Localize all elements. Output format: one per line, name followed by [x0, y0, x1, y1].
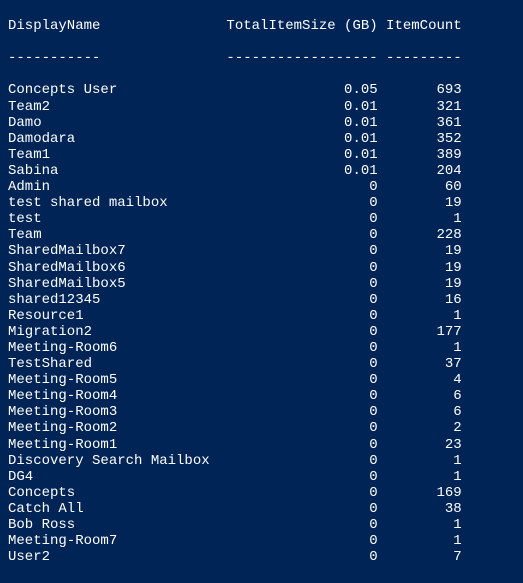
- table-row: Meeting-Room5 0 4: [8, 372, 515, 388]
- table-row: Bob Ross 0 1: [8, 517, 515, 533]
- table-row: test shared mailbox 0 19: [8, 195, 515, 211]
- table-row: Catch All 0 38: [8, 501, 515, 517]
- table-row: Team2 0.01 321: [8, 99, 515, 115]
- table-row: DG4 0 1: [8, 469, 515, 485]
- table-header: DisplayName TotalItemSize (GB) ItemCount: [8, 18, 515, 34]
- powershell-output: DisplayName TotalItemSize (GB) ItemCount…: [0, 0, 523, 583]
- table-row: SharedMailbox6 0 19: [8, 260, 515, 276]
- table-row: SharedMailbox5 0 19: [8, 276, 515, 292]
- table-row: Discovery Search Mailbox 0 1: [8, 453, 515, 469]
- table-row: Meeting-Room3 0 6: [8, 404, 515, 420]
- table-row: Team1 0.01 389: [8, 147, 515, 163]
- table-row: Concepts User 0.05 693: [8, 82, 515, 98]
- table-row: Meeting-Room7 0 1: [8, 533, 515, 549]
- table-row: Meeting-Room4 0 6: [8, 388, 515, 404]
- table-row: Admin 0 60: [8, 179, 515, 195]
- table-row: User2 0 7: [8, 549, 515, 565]
- table-row: Meeting-Room2 0 2: [8, 420, 515, 436]
- table-row: Meeting-Room6 0 1: [8, 340, 515, 356]
- table-row: Team 0 228: [8, 227, 515, 243]
- table-row: TestShared 0 37: [8, 356, 515, 372]
- table-row: Meeting-Room1 0 23: [8, 437, 515, 453]
- table-row: test 0 1: [8, 211, 515, 227]
- table-row: Sabina 0.01 204: [8, 163, 515, 179]
- table-row: shared12345 0 16: [8, 292, 515, 308]
- table-row: Damo 0.01 361: [8, 115, 515, 131]
- table-row: Concepts 0 169: [8, 485, 515, 501]
- table-row: Migration2 0 177: [8, 324, 515, 340]
- table-separator: ----------- ------------------ ---------: [8, 50, 515, 66]
- table-row: Damodara 0.01 352: [8, 131, 515, 147]
- table-row: Resource1 0 1: [8, 308, 515, 324]
- table-row: SharedMailbox7 0 19: [8, 243, 515, 259]
